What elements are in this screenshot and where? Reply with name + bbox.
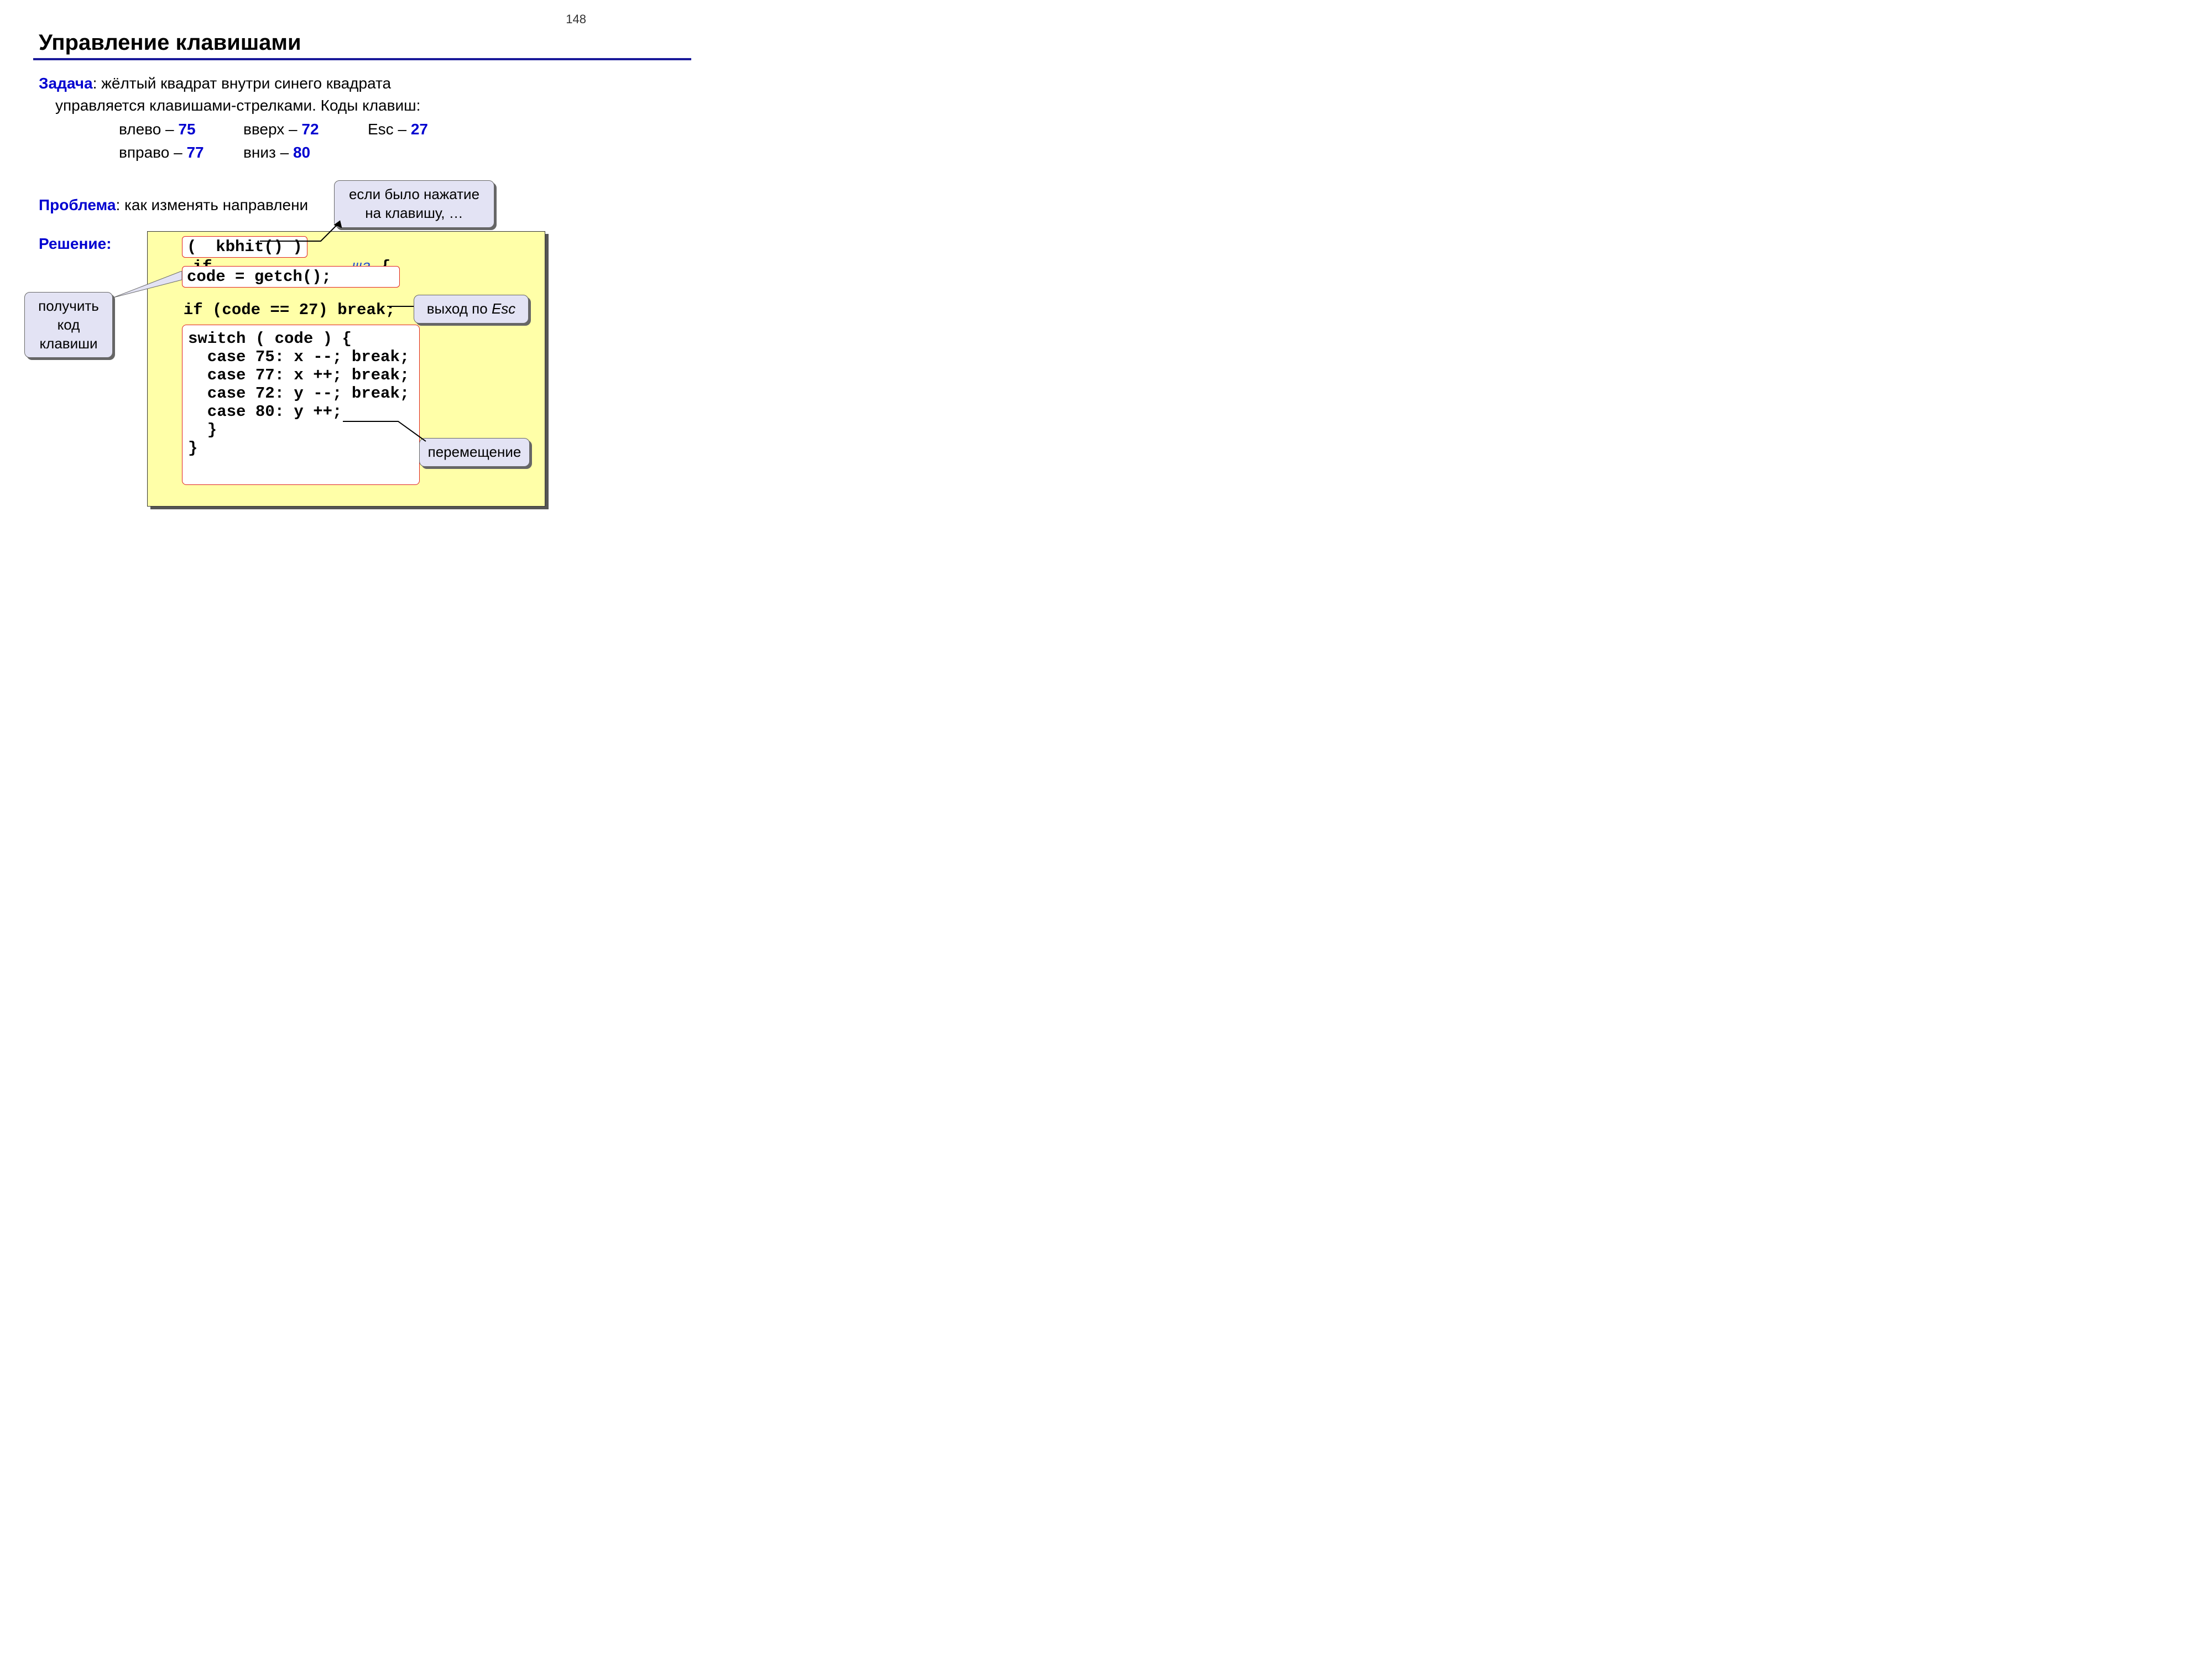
page-number: 148 (566, 12, 586, 27)
code-switch-box: switch ( code ) { case 75: x --; break; … (182, 325, 420, 485)
keycodes-row-1: влево – 75 вверх – 72 Esc – 27 (119, 121, 428, 138)
code-case-77: case 77: x ++; break; (188, 366, 414, 384)
problem-label: Проблема (39, 196, 116, 213)
code-case-80: case 80: y ++; (188, 403, 414, 421)
title-underline (33, 58, 691, 60)
problem-line: Проблема: как изменять направлени (39, 196, 308, 214)
callout-kbhit: если было нажатие на клавишу, … (334, 180, 494, 228)
callout-getch: получить код клавиши (24, 292, 113, 358)
code-case-75: case 75: x --; break; (188, 348, 414, 366)
task-text-1: : жёлтый квадрат внутри синего квадрата (93, 75, 392, 92)
code-esc-line: if (code == 27) break; (164, 301, 395, 319)
code-case-72: case 72: y --; break; (188, 384, 414, 403)
keycode-up: вверх – 72 (243, 121, 368, 138)
keycode-down: вниз – 80 (243, 144, 310, 161)
code-getch-box: code = getch(); (182, 266, 400, 288)
problem-text: : как изменять направлени (116, 196, 308, 213)
connector-getch (113, 271, 185, 301)
task-line-2: управляется клавишами-стрелками. Коды кл… (55, 97, 420, 114)
task-label: Задача (39, 75, 93, 92)
page-title: Управление клавишами (39, 30, 301, 55)
keycodes-row-2: вправо – 77 вниз – 80 (119, 144, 310, 161)
task-line-1: Задача: жёлтый квадрат внутри синего ква… (39, 75, 391, 92)
connector-move (343, 420, 431, 448)
callout-move: перемещение (419, 438, 530, 467)
solution-label: Решение: (39, 235, 111, 253)
keycode-esc: Esc – 27 (368, 121, 428, 138)
connector-esc (387, 306, 414, 307)
callout-esc: выход по Esc (414, 295, 529, 324)
keycode-right: вправо – 77 (119, 144, 243, 161)
code-switch-open: switch ( code ) { (188, 330, 414, 348)
keycode-left: влево – 75 (119, 121, 243, 138)
